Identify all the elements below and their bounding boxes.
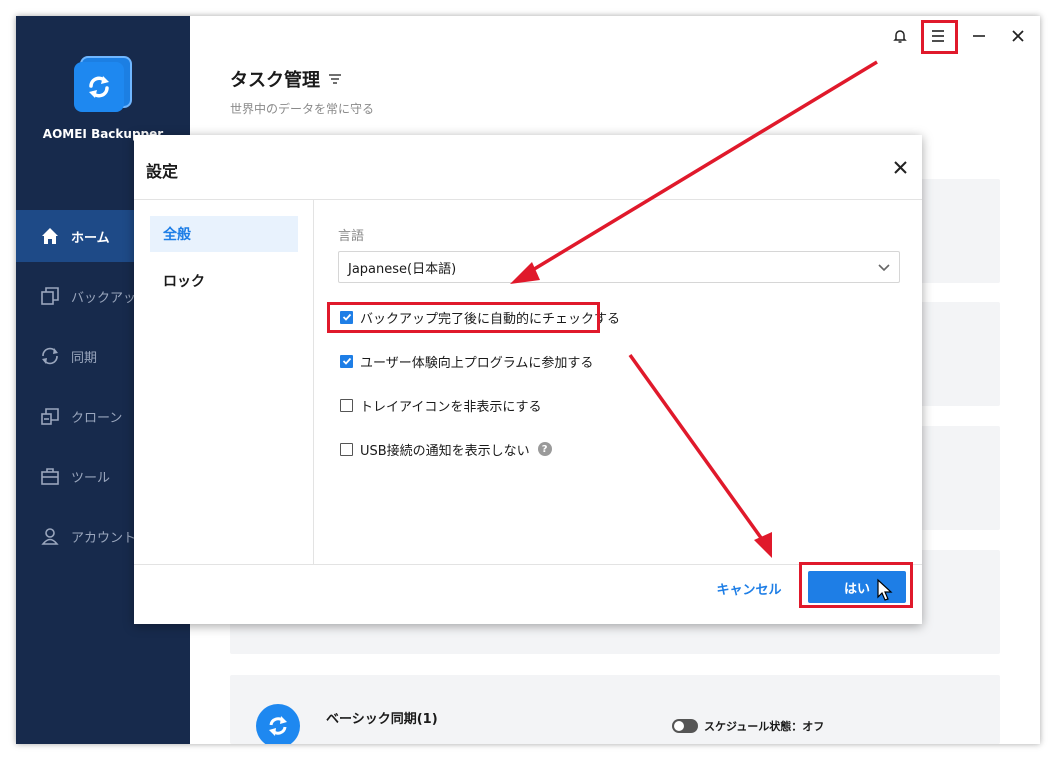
cancel-button[interactable]: キャンセル (714, 576, 784, 600)
sidebar-item-label: アカウント (71, 530, 137, 546)
logo-sync-icon (89, 76, 109, 98)
dialog-title: 設定 (146, 162, 179, 181)
sidebar-item-label: 同期 (71, 350, 98, 366)
app-logo (74, 56, 132, 114)
help-icon[interactable]: ? (537, 442, 552, 456)
tab-lock[interactable]: ロック (150, 263, 298, 299)
bell-icon[interactable] (888, 24, 912, 48)
task-name: ベーシック同期(1) (326, 712, 438, 727)
tools-icon (39, 465, 61, 487)
close-icon[interactable] (1006, 24, 1030, 48)
clone-icon (39, 405, 61, 427)
checkbox-unchecked[interactable] (340, 442, 353, 456)
option-label: USB接続の通知を表示しない (360, 443, 530, 459)
menu-highlight-box (921, 20, 958, 54)
schedule-status: スケジュール状態：オフ (672, 718, 824, 734)
page-subtitle: 世界中のデータを常に守る (230, 102, 375, 116)
schedule-text: スケジュール状態：オフ (704, 720, 825, 733)
dialog-close-icon[interactable] (890, 157, 910, 177)
sidebar-item-label: ホーム (71, 230, 110, 246)
option-hide-tray[interactable]: トレイアイコンを非表示にする (340, 395, 541, 415)
filter-icon[interactable] (328, 72, 342, 86)
home-icon (39, 225, 61, 247)
checkbox-checked[interactable] (340, 354, 353, 368)
option-label: トレイアイコンを非表示にする (360, 399, 542, 415)
language-value: Japanese(日本語) (348, 261, 457, 277)
schedule-toggle[interactable] (672, 719, 698, 733)
option-label: ユーザー体験向上プログラムに参加する (360, 355, 594, 371)
sync-icon (39, 345, 61, 367)
backup-icon (39, 285, 61, 307)
tab-general[interactable]: 全般 (150, 216, 298, 252)
sidebar-item-label: クローン (71, 410, 123, 426)
settings-dialog: 設定 全般 ロック 言語 Japanese(日本語) バックアップ完了後に自動的… (134, 135, 922, 624)
language-label: 言語 (338, 229, 365, 244)
page-title: タスク管理 (230, 66, 342, 92)
option-ux-program[interactable]: ユーザー体験向上プログラムに参加する (340, 351, 593, 371)
option-usb-notify[interactable]: USB接続の通知を表示しない ? (340, 439, 552, 459)
checkbox-unchecked[interactable] (340, 398, 353, 412)
account-icon (39, 525, 61, 547)
page-title-text: タスク管理 (230, 70, 320, 91)
chevron-down-icon (878, 264, 890, 272)
option-highlight-box (327, 302, 600, 333)
ok-highlight-box (799, 562, 913, 608)
minimize-icon[interactable] (967, 24, 991, 48)
divider (313, 200, 314, 564)
sync-task-icon (256, 704, 300, 744)
divider (134, 199, 922, 200)
language-select[interactable]: Japanese(日本語) (338, 251, 900, 283)
sidebar-item-label: ツール (71, 470, 111, 486)
